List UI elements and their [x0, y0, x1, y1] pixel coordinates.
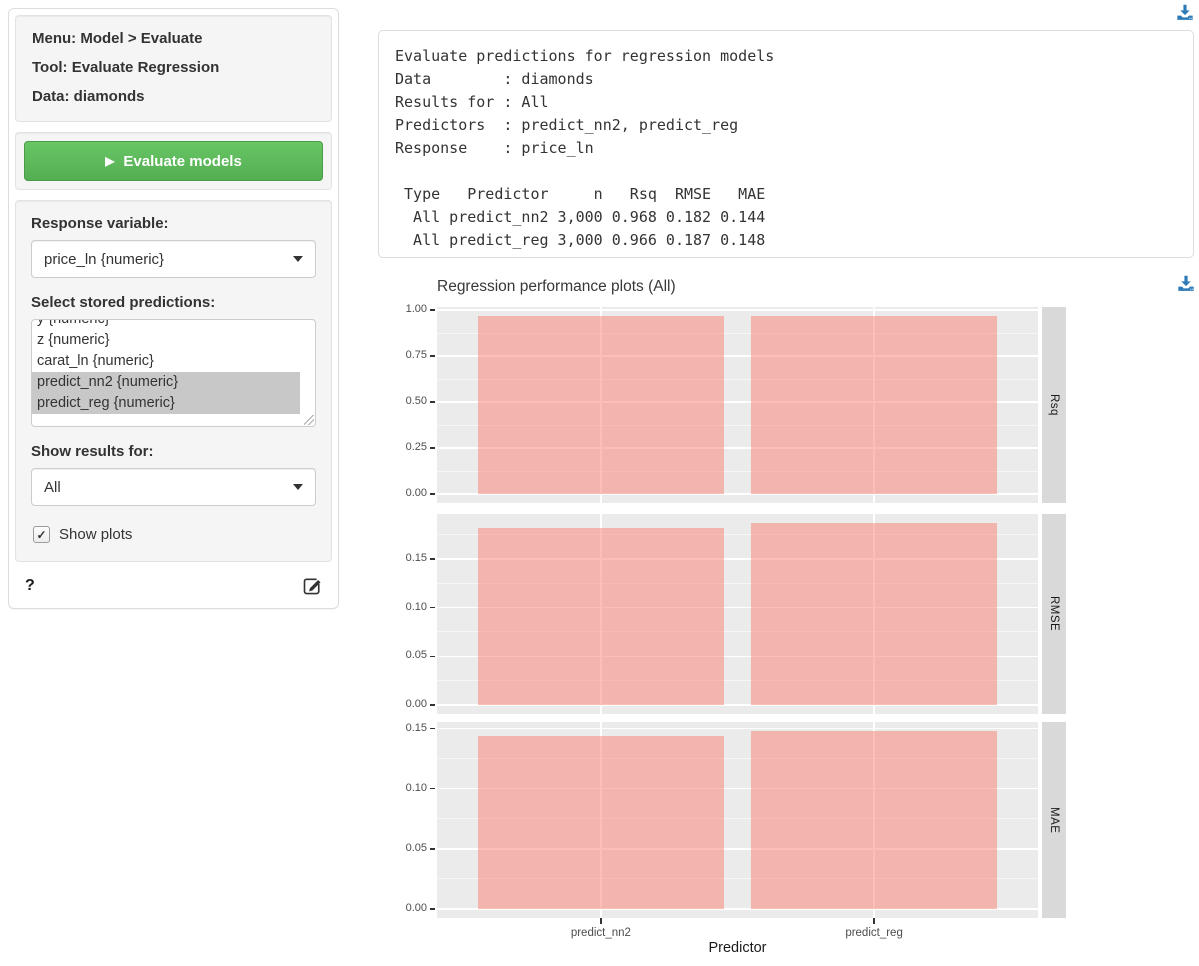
y-gridline-major — [437, 309, 1038, 311]
prediction-option[interactable]: predict_nn2 {numeric} — [32, 372, 300, 393]
facet-strip-label: RMSE — [1048, 596, 1060, 631]
sidebar-footer: ? — [15, 572, 332, 602]
download-plot-icon[interactable] — [1177, 274, 1195, 292]
y-tick-label: 0.05 — [375, 842, 427, 854]
facet-panel-rmse: 0.000.050.100.15 — [437, 514, 1038, 714]
facet-panel-rsq: 0.000.250.500.751.00 — [437, 307, 1038, 503]
show-plots-checkbox[interactable]: ✓ — [33, 526, 50, 543]
facet-strip-rsq: Rsq — [1042, 307, 1066, 503]
menu-breadcrumb: Menu: Model > Evaluate — [32, 30, 315, 47]
facet-strip-label: Rsq — [1048, 394, 1060, 416]
prediction-option[interactable]: carat_ln {numeric} — [32, 351, 300, 372]
y-tick-mark — [430, 656, 435, 658]
y-tick-mark — [430, 401, 435, 403]
tool-name: Tool: Evaluate Regression — [32, 59, 315, 76]
help-icon[interactable]: ? — [25, 577, 35, 595]
y-tick-label: 0.00 — [375, 902, 427, 914]
y-tick-label: 0.50 — [375, 395, 427, 407]
y-tick-label: 0.10 — [375, 601, 427, 613]
predictions-listbox-items: y {numeric}z {numeric}carat_ln {numeric}… — [32, 319, 315, 414]
x-axis-title: Predictor — [437, 940, 1038, 956]
prediction-option[interactable]: predict_reg {numeric} — [32, 393, 300, 414]
facet-panel-mae: 0.000.050.100.15 — [437, 722, 1038, 918]
summary-output-panel: Evaluate predictions for regression mode… — [378, 30, 1194, 258]
y-gridline-major — [437, 728, 1038, 730]
caret-down-icon — [293, 256, 303, 262]
y-tick-mark — [430, 447, 435, 449]
y-tick-mark — [430, 355, 435, 357]
summary-text: Evaluate predictions for regression mode… — [379, 31, 1193, 266]
y-tick-label: 0.10 — [375, 782, 427, 794]
prediction-option[interactable]: z {numeric} — [32, 330, 300, 351]
plot-section: Regression performance plots (All) 0.000… — [375, 272, 1199, 964]
y-tick-label: 0.15 — [375, 722, 427, 734]
show-results-for-select[interactable]: All — [31, 468, 316, 506]
y-tick-label: 0.75 — [375, 349, 427, 361]
play-icon: ▶ — [105, 155, 114, 167]
resize-handle[interactable] — [304, 415, 314, 425]
facet-strip-rmse: RMSE — [1042, 514, 1066, 714]
caret-down-icon — [293, 484, 303, 490]
y-tick-label: 0.00 — [375, 698, 427, 710]
x-tick-mark — [873, 918, 875, 924]
predictions-label: Select stored predictions: — [31, 294, 316, 311]
check-icon: ✓ — [36, 528, 46, 542]
y-tick-mark — [430, 704, 435, 706]
evaluate-button-panel: ▶ Evaluate models — [15, 132, 332, 190]
y-tick-mark — [430, 788, 435, 790]
response-variable-label: Response variable: — [31, 215, 316, 232]
bar-predict_nn2 — [478, 736, 724, 909]
context-info-panel: Menu: Model > Evaluate Tool: Evaluate Re… — [15, 15, 332, 122]
y-tick-label: 0.15 — [375, 552, 427, 564]
bar-predict_nn2 — [478, 316, 724, 494]
y-tick-mark — [430, 309, 435, 311]
x-tick-label: predict_nn2 — [531, 927, 671, 939]
plot-title: Regression performance plots (All) — [437, 278, 676, 296]
show-plots-row: ✓ Show plots — [33, 526, 316, 543]
y-tick-label: 0.05 — [375, 649, 427, 661]
y-tick-mark — [430, 493, 435, 495]
dataset-name: Data: diamonds — [32, 88, 315, 105]
y-tick-label: 1.00 — [375, 303, 427, 315]
evaluate-models-button[interactable]: ▶ Evaluate models — [24, 141, 323, 181]
y-tick-mark — [430, 558, 435, 560]
y-tick-label: 0.25 — [375, 441, 427, 453]
response-variable-select[interactable]: price_ln {numeric} — [31, 240, 316, 278]
sidebar: Menu: Model > Evaluate Tool: Evaluate Re… — [8, 8, 339, 609]
bar-predict_reg — [751, 523, 997, 705]
bar-predict_nn2 — [478, 528, 724, 705]
show-plots-label: Show plots — [59, 526, 132, 543]
y-tick-mark — [430, 908, 435, 910]
predictions-listbox[interactable]: y {numeric}z {numeric}carat_ln {numeric}… — [31, 319, 316, 427]
show-results-for-value: All — [44, 479, 61, 496]
download-summary-icon[interactable] — [1176, 3, 1194, 21]
bar-predict_reg — [751, 316, 997, 494]
bar-predict_reg — [751, 731, 997, 909]
facet-strip-label: MAE — [1048, 807, 1060, 833]
show-results-for-label: Show results for: — [31, 443, 316, 460]
x-tick-label: predict_reg — [804, 927, 944, 939]
y-tick-label: 0.00 — [375, 487, 427, 499]
y-tick-mark — [430, 848, 435, 850]
prediction-option[interactable]: y {numeric} — [32, 319, 300, 330]
response-variable-value: price_ln {numeric} — [44, 251, 164, 268]
x-tick-mark — [600, 918, 602, 924]
edit-icon[interactable] — [302, 576, 322, 596]
controls-panel: Response variable: price_ln {numeric} Se… — [15, 200, 332, 562]
facet-strip-mae: MAE — [1042, 722, 1066, 918]
y-tick-mark — [430, 607, 435, 609]
y-tick-mark — [430, 728, 435, 730]
evaluate-models-button-label: Evaluate models — [123, 153, 241, 170]
